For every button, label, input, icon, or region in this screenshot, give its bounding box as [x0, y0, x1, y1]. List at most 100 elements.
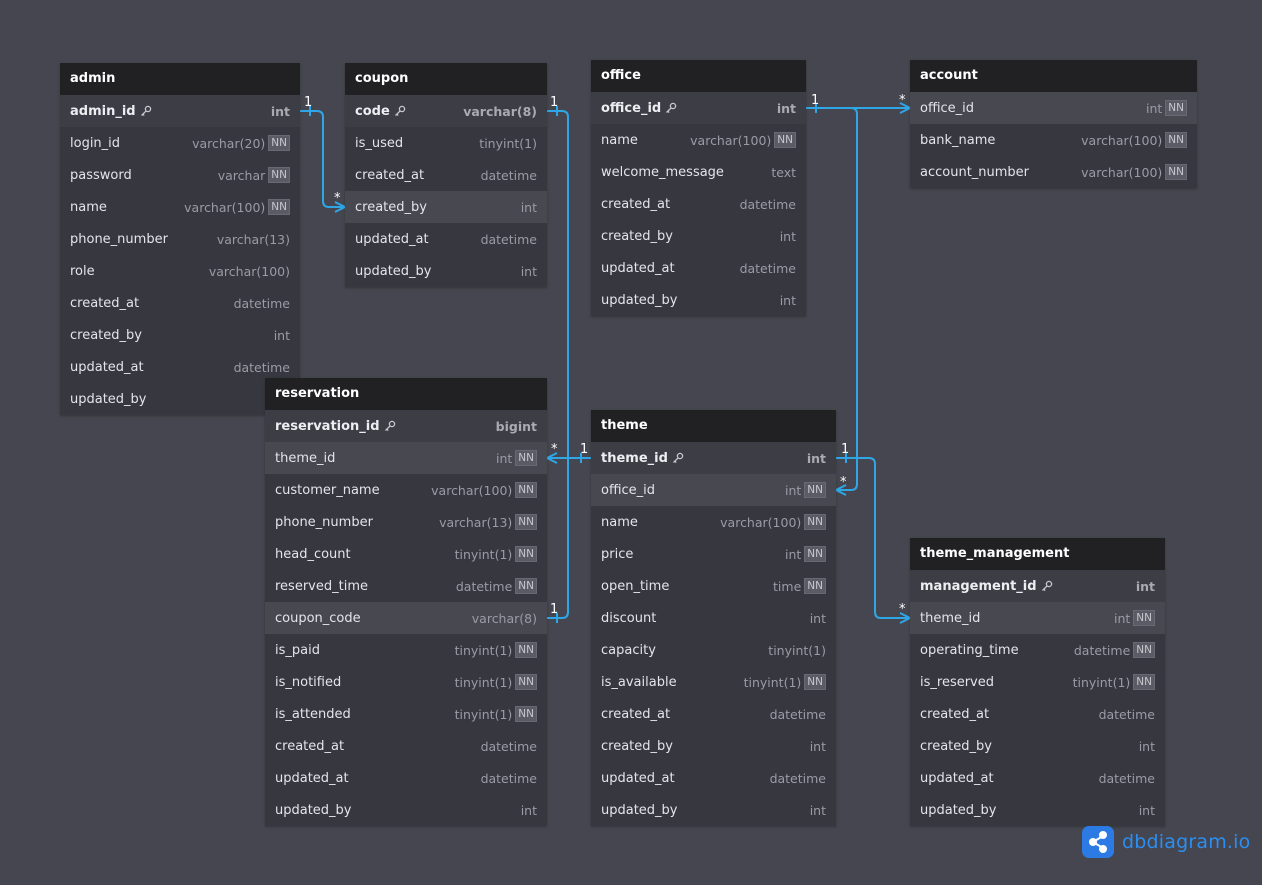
field-row[interactable]: updated_byint	[910, 794, 1165, 826]
field-row[interactable]: updated_byint	[345, 255, 547, 287]
field-row[interactable]: created_by int	[60, 319, 300, 351]
field-row[interactable]: price int NN	[591, 538, 836, 570]
field-row[interactable]: office_id int NN	[591, 474, 836, 506]
diagram-canvas[interactable]: admin admin_id int login_id varchar(20) NN pas…	[0, 0, 1262, 885]
field-row[interactable]: is_paid tinyint(1) NN	[265, 634, 547, 666]
field-row[interactable]: capacity tinyint(1)	[591, 634, 836, 666]
field-row[interactable]: updated_byint	[591, 794, 836, 826]
field-row[interactable]: created_by int	[345, 191, 547, 223]
field-row[interactable]: created_at datetime	[591, 188, 806, 220]
field-row[interactable]: customer_name varchar(100) NN	[265, 474, 547, 506]
field-meta: datetime	[481, 771, 537, 786]
field-type: int	[1113, 610, 1131, 626]
field-row[interactable]: theme_id int	[591, 442, 836, 474]
relation-line-theme-management[interactable]	[836, 457, 910, 619]
field-name: created_at	[355, 168, 424, 183]
field-row[interactable]: is_used tinyint(1)	[345, 127, 547, 159]
field-meta: int	[521, 264, 537, 279]
field-type: datetime	[233, 295, 290, 311]
field-row[interactable]: updated_at datetime	[910, 762, 1165, 794]
field-row[interactable]: updated_at datetime	[591, 762, 836, 794]
field-name-text: code	[355, 103, 390, 119]
table-header[interactable]: coupon	[345, 63, 547, 95]
table-header[interactable]: reservation	[265, 378, 547, 410]
field-type: int	[806, 450, 826, 466]
field-row[interactable]: is_notified tinyint(1) NN	[265, 666, 547, 698]
field-name: code	[355, 104, 406, 119]
field-row[interactable]: coupon_code varchar(8)	[265, 602, 547, 634]
field-type: tinyint(1)	[454, 706, 513, 722]
field-row[interactable]: name varchar(100) NN	[591, 124, 806, 156]
table-header[interactable]: theme	[591, 410, 836, 442]
field-meta: tinyint(1) NN	[744, 674, 826, 690]
field-row[interactable]: name varchar(100) NN	[60, 191, 300, 223]
dbdiagram-logo[interactable]: dbdiagram.io	[1082, 826, 1250, 858]
field-row[interactable]: updated_at datetime	[265, 762, 547, 794]
relation-line-coupon-reservation[interactable]	[547, 110, 569, 619]
field-row[interactable]: account_number varchar(100) NN	[910, 156, 1197, 188]
table-header[interactable]: account	[910, 60, 1197, 92]
field-row[interactable]: created_at datetime	[60, 287, 300, 319]
field-row[interactable]: open_time time NN	[591, 570, 836, 602]
table-office[interactable]: office office_id int name varchar(100) NN welc…	[591, 60, 806, 316]
field-row[interactable]: is_available tinyint(1) NN	[591, 666, 836, 698]
field-row[interactable]: office_id int NN	[910, 92, 1197, 124]
field-row[interactable]: bank_name varchar(100) NN	[910, 124, 1197, 156]
field-row[interactable]: reserved_time datetime NN	[265, 570, 547, 602]
field-row[interactable]: name varchar(100) NN	[591, 506, 836, 538]
field-row[interactable]: created_at datetime	[591, 698, 836, 730]
field-row[interactable]: management_id int	[910, 570, 1165, 602]
table-coupon[interactable]: coupon code varchar(8) is_used tinyint(1) cre…	[345, 63, 547, 287]
field-row[interactable]: created_at datetime	[910, 698, 1165, 730]
field-row[interactable]: phone_number varchar(13) NN	[265, 506, 547, 538]
field-row[interactable]: is_reserved tinyint(1) NN	[910, 666, 1165, 698]
field-row[interactable]: theme_id int NN	[265, 442, 547, 474]
table-theme-management[interactable]: theme_management management_id int theme_id…	[910, 538, 1165, 826]
field-type: int	[776, 100, 796, 116]
field-type: varchar(13)	[439, 514, 513, 530]
field-row[interactable]: phone_number varchar(13)	[60, 223, 300, 255]
field-row[interactable]: updated_at datetime	[345, 223, 547, 255]
field-row[interactable]: admin_id int	[60, 95, 300, 127]
field-type: datetime	[739, 260, 796, 276]
field-row[interactable]: welcome_message text	[591, 156, 806, 188]
field-name-text: updated_at	[601, 770, 675, 786]
field-row[interactable]: login_id varchar(20) NN	[60, 127, 300, 159]
table-header[interactable]: admin	[60, 63, 300, 95]
field-row[interactable]: office_id int	[591, 92, 806, 124]
field-row[interactable]: code varchar(8)	[345, 95, 547, 127]
table-admin[interactable]: admin admin_id int login_id varchar(20) NN pas…	[60, 63, 300, 415]
field-row[interactable]: updated_byint	[265, 794, 547, 826]
field-row[interactable]: updated_byint	[591, 284, 806, 316]
field-name-text: created_by	[601, 738, 673, 754]
table-reservation[interactable]: reservation reservation_id bigint theme_id i…	[265, 378, 547, 826]
field-row[interactable]: created_by int	[910, 730, 1165, 762]
field-row[interactable]: password varchar NN	[60, 159, 300, 191]
table-header[interactable]: theme_management	[910, 538, 1165, 570]
field-row[interactable]: operating_time datetime NN	[910, 634, 1165, 666]
table-theme[interactable]: theme theme_id int office_id int NN name varcha…	[591, 410, 836, 826]
field-row[interactable]: created_by int	[591, 730, 836, 762]
field-row[interactable]: created_by int	[591, 220, 806, 252]
field-row[interactable]: updated_at datetime	[591, 252, 806, 284]
field-meta: int	[780, 293, 796, 308]
field-row[interactable]: reservation_id bigint	[265, 410, 547, 442]
field-row[interactable]: created_at datetime	[345, 159, 547, 191]
table-account[interactable]: account office_id int NN bank_name varchar(10…	[910, 60, 1197, 188]
not-null-badge: NN	[1165, 164, 1187, 180]
not-null-badge: NN	[515, 578, 537, 594]
field-row[interactable]: head_count tinyint(1) NN	[265, 538, 547, 570]
field-row[interactable]: role varchar(100)	[60, 255, 300, 287]
field-row[interactable]: updated_at datetime	[60, 351, 300, 383]
field-row[interactable]: created_at datetime	[265, 730, 547, 762]
field-row[interactable]: updated_byint	[60, 383, 300, 415]
field-name-text: updated_at	[601, 260, 675, 276]
field-name: updated_at	[355, 232, 429, 247]
table-header[interactable]: office	[591, 60, 806, 92]
field-row[interactable]: theme_id int NN	[910, 602, 1165, 634]
field-type: int	[1135, 578, 1155, 594]
field-meta: int	[521, 803, 537, 818]
field-row[interactable]: is_attended tinyint(1) NN	[265, 698, 547, 730]
field-row[interactable]: discount int	[591, 602, 836, 634]
cardinality-label: *	[899, 93, 906, 108]
